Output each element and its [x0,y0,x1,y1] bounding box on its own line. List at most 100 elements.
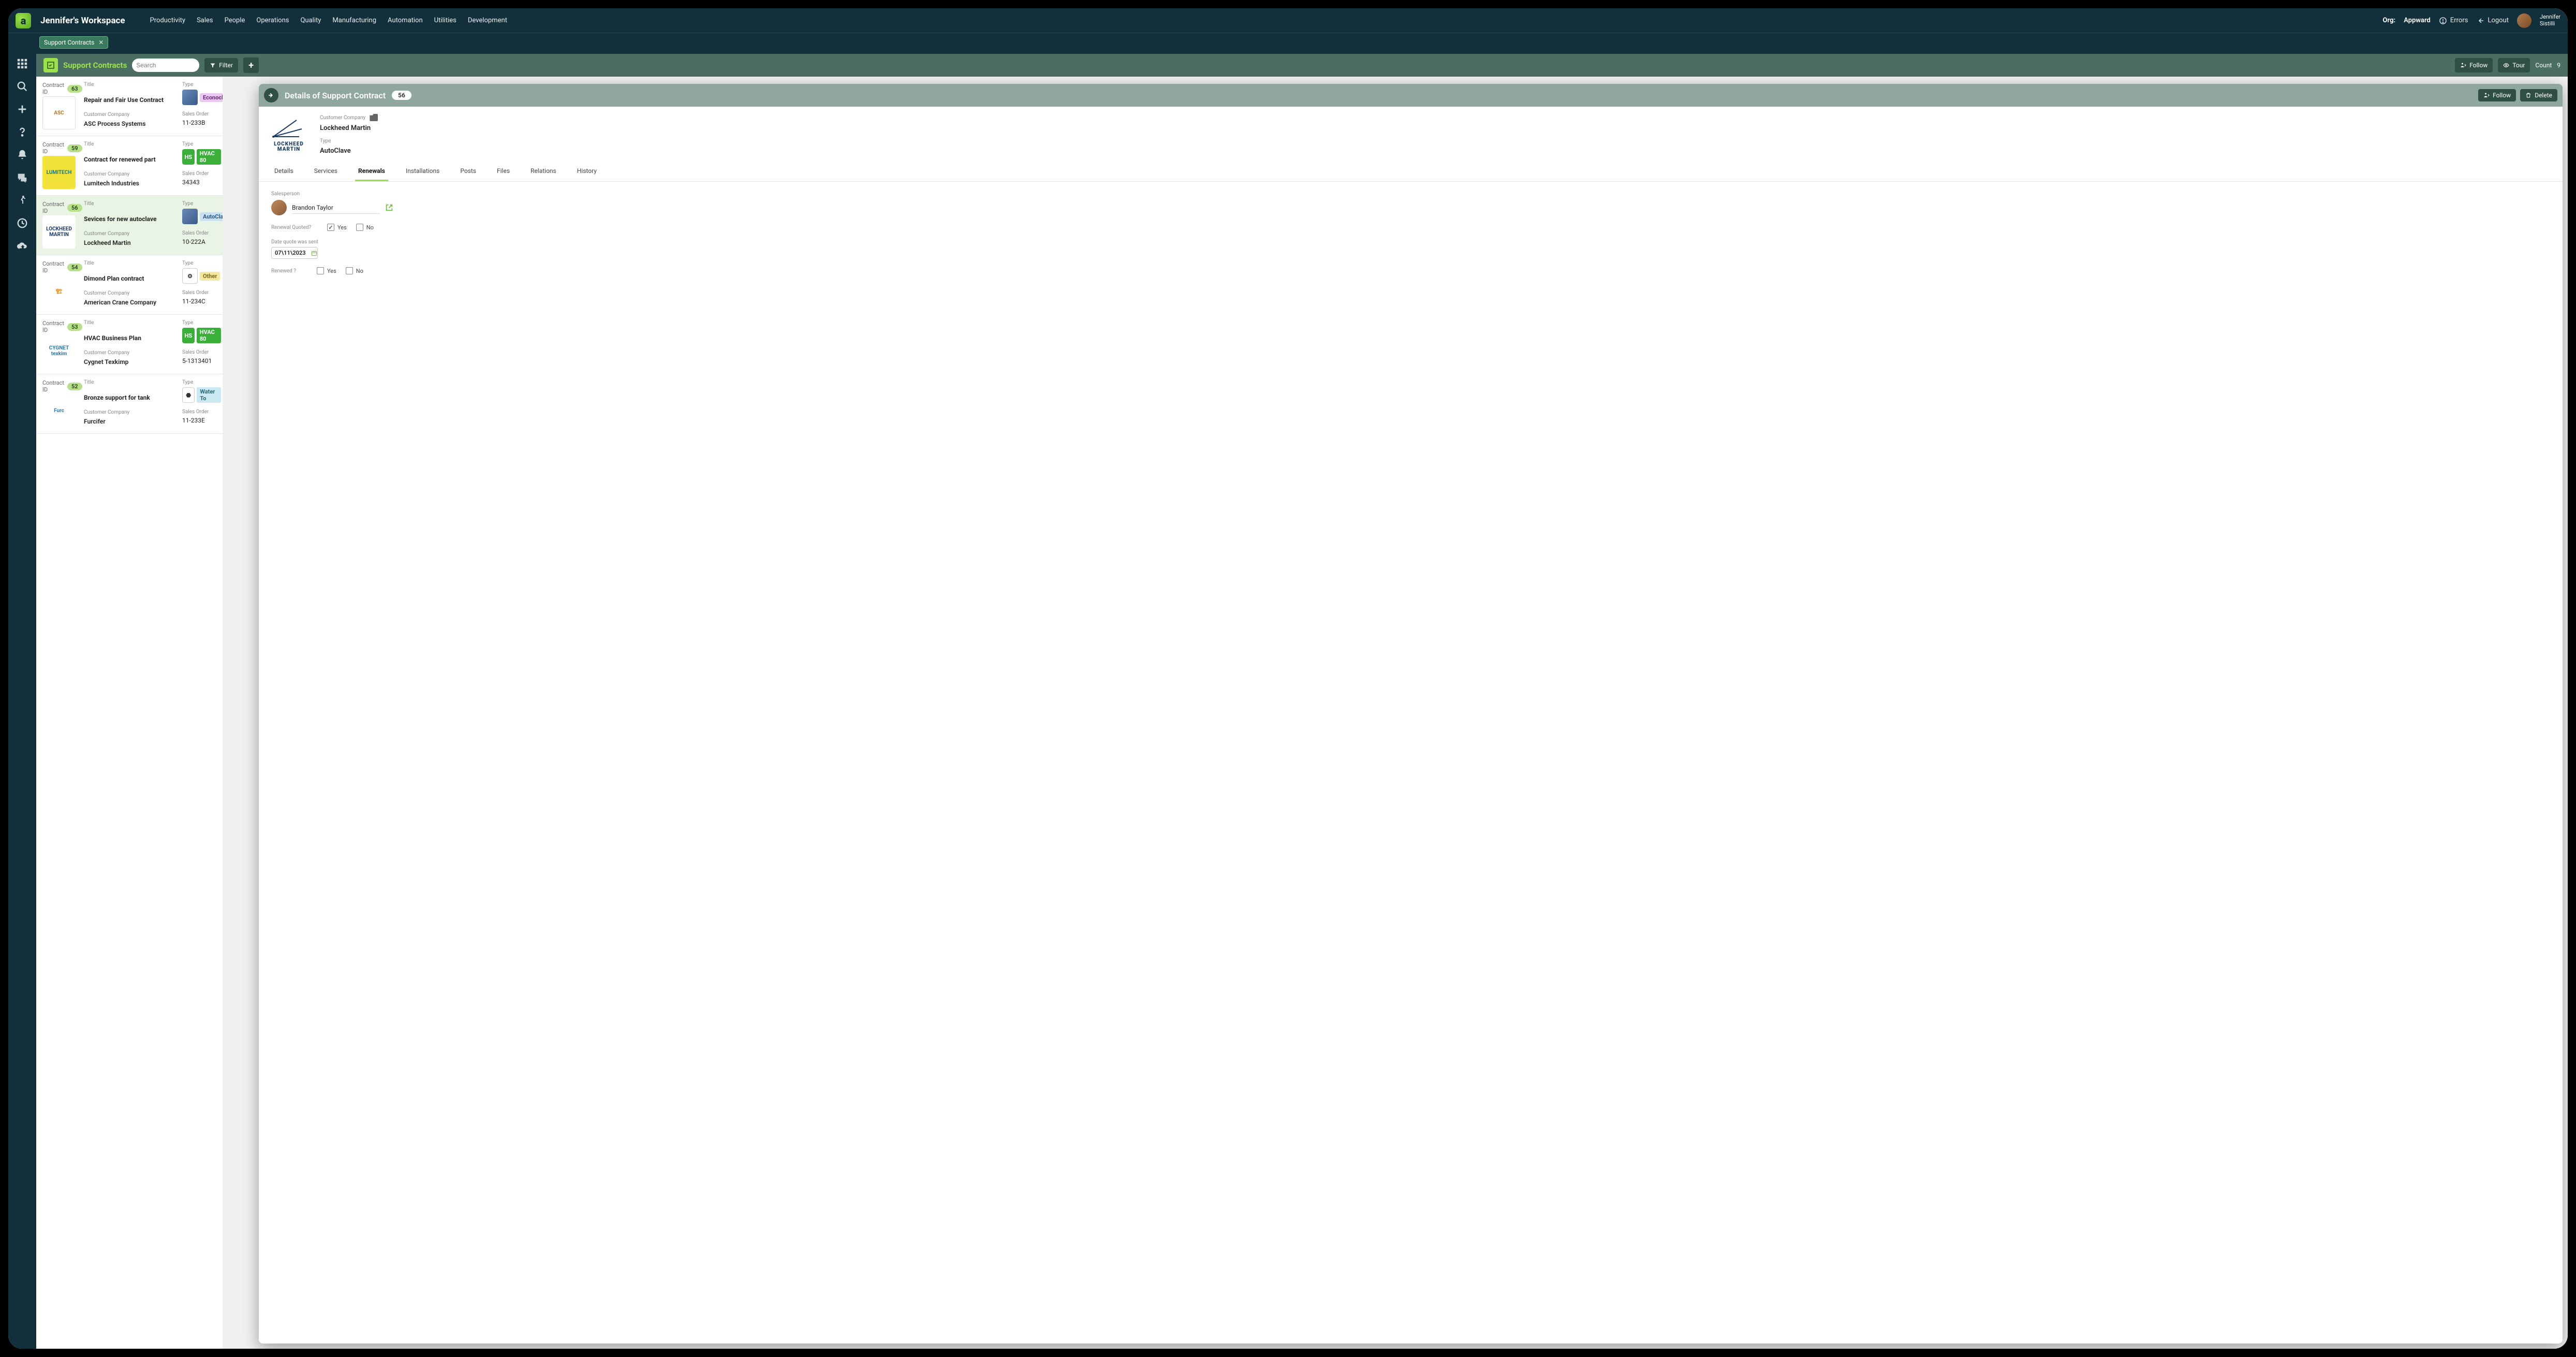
topbar: Jennifer's Workspace ProductivitySalesPe… [8,8,2568,54]
topnav-item[interactable]: Utilities [434,17,457,24]
clock-icon[interactable] [17,217,28,229]
renewed-no-checkbox[interactable] [346,267,353,274]
salesperson-avatar [271,200,287,215]
title-label: Title [84,260,177,274]
search-box[interactable] [132,59,199,72]
salesperson-name[interactable]: Brandon Taylor [292,202,380,214]
contract-card[interactable]: Contract ID 54 Title Type ⚙ Other Sales … [36,255,223,315]
help-icon[interactable] [17,126,28,138]
contract-card[interactable]: Contract ID 59 Title Type HS HVAC 80 Sal… [36,136,223,196]
logout-link[interactable]: Logout [2476,17,2509,25]
logout-label: Logout [2487,17,2509,24]
add-button[interactable]: + [243,57,259,73]
tab-history[interactable]: History [574,162,600,181]
company-logo: 🏗 [42,275,76,308]
contract-card[interactable]: Contract ID 63 Title Type Econoclo Sales… [36,77,223,136]
topnav-item[interactable]: Operations [256,17,289,24]
company-label: Customer Company [84,350,177,358]
module-title: Support Contracts [63,61,127,70]
topnav-item[interactable]: Productivity [150,17,185,24]
calendar-icon[interactable] [311,250,317,256]
company-name: Lockheed Martin [84,239,177,249]
count-value: 9 [2557,62,2560,69]
company-name: Cygnet Texkimp [84,358,177,368]
org-label: Org: [2383,17,2396,24]
topnav-item[interactable]: Quality [300,17,321,24]
follow-icon [2483,92,2490,98]
date-quote-input[interactable]: 07\11\2023 [271,247,318,259]
errors-link[interactable]: Errors [2439,17,2468,25]
contract-id-badge: 56 [67,204,82,212]
user-last: Sistilli [2540,21,2560,27]
cloud-upload-icon[interactable] [17,240,28,252]
company-logo: Furc [42,394,76,427]
contract-title: Contract for renewed part [84,156,177,165]
tour-button[interactable]: Tour [2498,58,2530,72]
arrow-right-icon [268,92,275,99]
tab-posts[interactable]: Posts [457,162,479,181]
type-label: Type [182,141,221,147]
sales-order-label: Sales Order [182,349,221,355]
contract-id-label: Contract ID [42,82,64,95]
contract-card[interactable]: Contract ID 52 Title Type ⬣ Water To Sal… [36,374,223,434]
tab-details[interactable]: Details [271,162,297,181]
no-label-2: No [356,268,363,274]
title-label: Title [84,320,177,333]
type-chip: Water To [197,387,221,403]
topnav-item[interactable]: Manufacturing [332,17,376,24]
topnav-item[interactable]: People [225,17,245,24]
filter-label: Filter [219,62,233,69]
type-chip: AutoClav [200,212,223,221]
follow-button[interactable]: Follow [2455,58,2493,72]
type-chip: Other [200,272,220,281]
folder-icon[interactable] [370,114,378,121]
contract-card[interactable]: Contract ID 56 Title Type AutoClav Sales… [36,196,223,255]
breadcrumb-chip[interactable]: Support Contracts ✕ [39,36,108,49]
topnav-item[interactable]: Automation [388,17,423,24]
follow-label: Follow [2469,62,2487,69]
tab-files[interactable]: Files [494,162,513,181]
quoted-no-checkbox[interactable] [356,224,363,231]
org-name[interactable]: Appward [2404,17,2431,24]
yes-label: Yes [337,224,347,231]
tab-renewals[interactable]: Renewals [355,162,388,181]
detail-delete-button[interactable]: Delete [2520,89,2557,101]
type-label: Type [320,138,378,144]
chat-icon[interactable] [17,172,28,183]
contract-list[interactable]: Contract ID 63 Title Type Econoclo Sales… [36,77,223,1349]
company-name: ASC Process Systems [84,120,177,129]
collapse-button[interactable] [264,88,278,103]
plus-icon[interactable] [17,104,28,115]
tab-services[interactable]: Services [311,162,341,181]
quoted-yes-checkbox[interactable] [327,224,334,231]
type-icon: ⬣ [182,387,195,403]
contract-title: Bronze support for tank [84,394,177,403]
apps-grid-icon[interactable] [17,58,28,69]
customer-company-value: Lockheed Martin [320,124,378,132]
close-icon[interactable]: ✕ [98,39,104,46]
contract-id-label: Contract ID [42,320,64,333]
search-icon[interactable] [17,81,28,92]
detail-follow-button[interactable]: Follow [2478,89,2516,101]
bell-icon[interactable] [17,149,28,160]
contract-title: Repair and Fair Use Contract [84,96,177,106]
company-logo: ASC [42,96,76,129]
tab-relations[interactable]: Relations [527,162,560,181]
detail-id-pill: 56 [392,91,411,100]
topnav-item[interactable]: Development [468,17,507,24]
user-avatar[interactable] [2517,13,2531,28]
contract-card[interactable]: Contract ID 53 Title Type HS HVAC 80 Sal… [36,315,223,374]
renewed-yes-checkbox[interactable] [317,267,324,274]
type-value: AutoClave [320,147,378,155]
type-label: Type [182,380,221,385]
run-icon[interactable] [17,195,28,206]
company-logo: CYGNET texkim [42,334,76,368]
filter-button[interactable]: Filter [204,58,238,72]
external-link-icon[interactable] [385,203,393,212]
topnav-item[interactable]: Sales [197,17,213,24]
tab-installations[interactable]: Installations [403,162,443,181]
app-logo[interactable] [16,13,31,28]
customer-company-label: Customer Company [320,115,365,121]
contract-title: Dimond Plan contract [84,275,177,284]
yes-label-2: Yes [327,268,336,274]
